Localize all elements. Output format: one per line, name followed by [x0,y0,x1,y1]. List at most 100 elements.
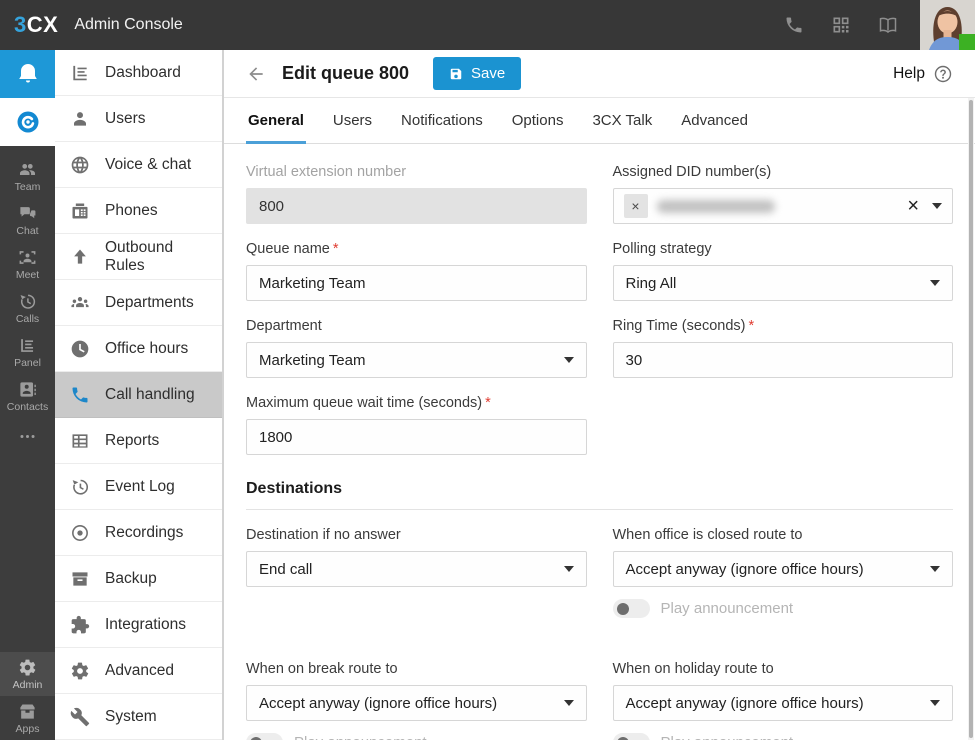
calls-icon [18,292,37,311]
label-text: Ring Time (seconds) [612,318,746,334]
sidebar-item-event-log[interactable]: Event Log [55,464,222,510]
rail-item-contacts[interactable]: Contacts [0,374,55,418]
manual-icon[interactable] [878,15,898,35]
rail-item-label: Meet [15,268,40,281]
sidebar-item-label: Phones [105,201,158,219]
globe-icon [70,155,90,175]
save-button[interactable]: Save [433,57,522,90]
chat-icon [18,204,37,223]
rail-item-label: Chat [16,224,39,237]
polling-strategy-select[interactable]: Ring All [612,265,953,301]
meet-icon [18,248,37,267]
rail-item-chat[interactable]: Chat [0,198,55,242]
notifications-rail-item[interactable] [0,50,55,98]
chevron-down-icon[interactable] [932,203,942,209]
chevron-down-icon [930,280,940,286]
sidebar-item-advanced[interactable]: Advanced [55,648,222,694]
rail-item-label: Contacts [6,400,49,413]
sidebar-item-call-handling[interactable]: Call handling [55,372,222,418]
contacts-icon [18,380,37,399]
scrollbar-thumb[interactable] [969,100,973,738]
sidebar-item-users[interactable]: Users [55,96,222,142]
sidebar-item-backup[interactable]: Backup [55,556,222,602]
sidebar-item-outbound-rules[interactable]: Outbound Rules [55,234,222,280]
dest-no-answer-select[interactable]: End call [246,551,587,587]
dest-no-answer-label: Destination if no answer [246,527,401,543]
sidebar-item-label: System [105,707,157,725]
play-announcement-label: Play announcement [294,734,427,740]
max-wait-input[interactable]: 1800 [246,419,587,455]
advanced-gear-icon [70,661,90,681]
qr-code-icon[interactable] [831,15,851,35]
max-wait-label: Maximum queue wait time (seconds) * [246,395,587,411]
selected-value: Marketing Team [259,351,366,369]
queue-name-input[interactable]: Marketing Team [246,265,587,301]
3cx-logo-icon [16,110,40,134]
webclient-rail-item[interactable] [0,98,55,146]
sidebar-item-recordings[interactable]: Recordings [55,510,222,556]
sidebar: Dashboard Users Voice & chat Phones Outb… [55,50,224,740]
on-break-label: When on break route to [246,661,398,677]
help-link[interactable]: Help [893,64,953,84]
rail-item-panel[interactable]: Panel [0,330,55,374]
play-announcement-toggle[interactable] [246,733,283,740]
sidebar-item-dashboard[interactable]: Dashboard [55,50,222,96]
chevron-down-icon [930,566,940,572]
chip-remove-x-icon[interactable]: × [623,194,648,218]
tab-bar: General Users Notifications Options 3CX … [224,98,975,144]
sidebar-item-integrations[interactable]: Integrations [55,602,222,648]
more-icon [18,427,37,446]
on-break-select[interactable]: Accept anyway (ignore office hours) [246,685,587,721]
rail-item-meet[interactable]: Meet [0,242,55,286]
clear-x-icon[interactable]: × [903,196,923,216]
virtual-extension-input: 800 [246,188,587,224]
assigned-did-input[interactable]: × × [612,188,953,224]
topbar: 3 CX Admin Console [0,0,975,50]
panel-icon [18,336,37,355]
rail-item-apps[interactable]: Apps [0,696,55,740]
play-announcement-label: Play announcement [660,600,794,617]
queue-name-label: Queue name * [246,241,587,257]
on-holiday-select[interactable]: Accept anyway (ignore office hours) [612,685,953,721]
dashboard-icon [70,63,90,83]
required-asterisk: * [485,395,491,411]
logo-3: 3 [14,12,27,37]
phone-icon[interactable] [784,15,804,35]
rail-item-admin[interactable]: Admin [0,652,55,696]
ring-time-input[interactable]: 30 [612,342,953,378]
3cx-logo: 3 CX [14,12,58,38]
sidebar-item-voice-chat[interactable]: Voice & chat [55,142,222,188]
sidebar-item-office-hours[interactable]: Office hours [55,326,222,372]
play-announcement-toggle[interactable] [612,599,650,618]
integrations-icon [70,615,90,635]
arrow-up-icon [70,247,90,267]
toggle-knob [250,736,262,740]
tab-advanced[interactable]: Advanced [679,98,750,143]
office-closed-select[interactable]: Accept anyway (ignore office hours) [612,551,953,587]
vertical-scrollbar[interactable] [968,98,974,740]
tab-options[interactable]: Options [510,98,566,143]
back-arrow-icon[interactable] [246,64,266,84]
office-closed-label: When office is closed route to [612,527,803,543]
rail-item-calls[interactable]: Calls [0,286,55,330]
empty-cell [613,395,954,472]
sidebar-item-system[interactable]: System [55,694,222,740]
rail-item-team[interactable]: Team [0,154,55,198]
avatar[interactable] [920,0,975,50]
rail-item-more[interactable] [0,418,55,454]
department-select[interactable]: Marketing Team [246,342,587,378]
sidebar-item-label: Recordings [105,523,184,541]
label-text: Maximum queue wait time (seconds) [246,395,483,411]
play-announcement-toggle[interactable] [612,733,650,740]
sidebar-item-departments[interactable]: Departments [55,280,222,326]
tab-general[interactable]: General [246,98,306,144]
icon-rail: Team Chat Meet Calls Panel Contacts Admi… [0,50,55,740]
main-content: Edit queue 800 Save Help General Users N… [224,50,975,740]
rail-item-label: Panel [14,356,41,369]
sidebar-item-phones[interactable]: Phones [55,188,222,234]
tab-users[interactable]: Users [331,98,374,143]
apps-icon [18,702,37,721]
sidebar-item-reports[interactable]: Reports [55,418,222,464]
tab-3cx-talk[interactable]: 3CX Talk [590,98,654,143]
tab-notifications[interactable]: Notifications [399,98,485,143]
